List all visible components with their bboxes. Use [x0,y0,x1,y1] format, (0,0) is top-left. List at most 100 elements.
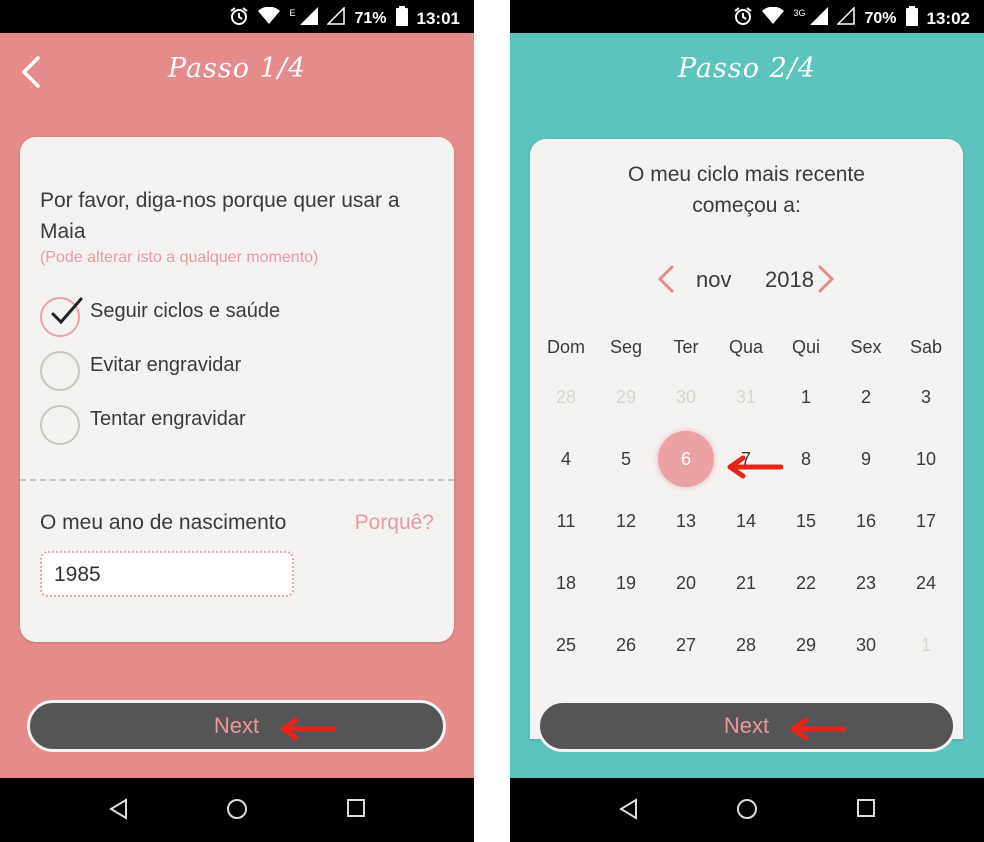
calendar-day[interactable]: 23 [838,555,894,611]
calendar-day[interactable]: 13 [658,493,714,549]
network-type: 3G [793,7,806,18]
signal-empty-icon [326,6,346,30]
year-label: 2018 [765,267,814,292]
nav-home-icon[interactable] [736,798,758,820]
calendar-day[interactable]: 24 [898,555,954,611]
calendar-day[interactable]: 2 [838,369,894,425]
calendar-day-outside-month: 28 [555,387,577,407]
battery-percent: 70% [864,9,897,27]
step-title: Passo 2/4 [677,53,817,84]
app-content: Passo 1/4 Por favor, diga-nos porque que… [0,33,474,778]
weekday-ter: Ter [673,337,699,357]
calendar-day[interactable]: 17 [898,493,954,549]
option-try-pregnancy[interactable]: Tentar engravidar [40,405,246,445]
battery-icon [395,6,408,31]
annotation-arrow-icon [280,717,336,741]
network-type: E [289,7,296,18]
status-bar: 3G 70% 13:02 [510,0,984,33]
android-nav-bar [510,778,984,842]
calendar-day[interactable]: 12 [598,493,654,549]
calendar-day[interactable]: 29 [778,617,834,671]
calendar-day[interactable]: 1 [778,369,834,425]
clock: 13:02 [926,8,970,28]
weekday-sex: Sex [850,337,882,357]
battery-percent: 71% [354,9,387,27]
calendar-day[interactable]: 26 [598,617,654,671]
option-track-cycles[interactable]: Seguir ciclos e saúde [40,297,280,337]
calendar-day[interactable]: 9 [838,431,894,487]
checkmark-icon [51,297,83,325]
app-content: Passo 2/4 O meu ciclo mais recente começ… [510,33,984,778]
month-label: nov [696,267,732,292]
calendar-day[interactable]: 30 [838,617,894,671]
nav-recents-icon[interactable] [856,798,876,818]
nav-back-icon[interactable] [618,798,638,820]
alarm-icon [733,6,753,31]
next-month-icon[interactable] [816,264,836,294]
calendar-day[interactable]: 25 [538,617,594,671]
checkbox-checked[interactable] [40,297,83,337]
calendar-day[interactable]: 5 [598,431,654,487]
next-button[interactable]: Next [537,700,956,752]
calendar-day[interactable]: 4 [538,431,594,487]
checkbox-unchecked[interactable] [40,405,80,445]
clock: 13:01 [416,8,460,28]
status-bar: E 71% 13:01 [0,0,474,33]
calendar-day[interactable]: 14 [718,493,774,549]
battery-icon [905,6,918,31]
calendar-day[interactable]: 16 [838,493,894,549]
checkbox-unchecked[interactable] [40,351,80,391]
calendar-day[interactable]: 18 [538,555,594,611]
calendar-card: O meu ciclo mais recente começou a: nov … [530,139,963,739]
next-label: Next [723,713,770,738]
weekday-qua: Qua [728,337,764,357]
calendar-day[interactable]: 19 [598,555,654,611]
calendar-day-outside-month: 29 [615,387,637,407]
calendar-day[interactable]: 15 [778,493,834,549]
android-nav-bar [0,778,474,842]
step-title: Passo 1/4 [167,53,307,84]
next-button[interactable]: Next [27,700,446,752]
purpose-question: Por favor, diga-nos porque quer usar a M… [40,189,400,243]
signal-empty-icon [836,6,856,30]
nav-recents-icon[interactable] [346,798,366,818]
calendar-day[interactable]: 3 [898,369,954,425]
weekday-dom: Dom [546,337,585,357]
nav-home-icon[interactable] [226,798,248,820]
cycle-question: O meu ciclo mais recente começou a: [628,163,865,217]
option-label: Seguir ciclos e saúde [90,299,281,322]
next-label: Next [213,713,260,738]
calendar-day[interactable]: 11 [538,493,594,549]
wifi-icon [762,6,785,30]
birth-year-label: O meu ano de nascimento [40,511,287,534]
option-label: Tentar engravidar [90,407,246,430]
calendar-day[interactable]: 20 [658,555,714,611]
weekday-sab: Sab [909,337,943,357]
form-card: Por favor, diga-nos porque quer usar a M… [20,137,454,642]
weekday-qui: Qui [791,337,820,357]
calendar-day[interactable]: 28 [718,617,774,671]
calendar-day[interactable]: 10 [898,431,954,487]
calendar-day[interactable]: 22 [778,555,834,611]
calendar-day[interactable]: 27 [658,617,714,671]
why-link[interactable]: Porquê? [355,511,434,535]
annotation-arrow-icon [727,455,783,479]
calendar-day-outside-month: 30 [675,387,697,407]
option-avoid-pregnancy[interactable]: Evitar engravidar [40,351,241,391]
signal-icon [300,7,319,30]
nav-back-icon[interactable] [108,798,128,820]
weekday-seg: Seg [609,337,643,357]
calendar-day[interactable]: 21 [718,555,774,611]
calendar-clip: O meu ciclo mais recente começou a: nov … [530,139,963,671]
calendar-day-outside-month: 1 [920,635,931,655]
calendar-day-selected[interactable]: 6 [658,431,714,487]
calendar-day[interactable]: 8 [778,431,834,487]
birth-year-input[interactable]: 1985 [40,551,294,597]
purpose-hint: (Pode alterar isto a qualquer momento) [40,249,319,266]
previous-month-icon[interactable] [656,264,676,294]
divider [20,479,454,481]
option-label: Evitar engravidar [90,353,242,376]
alarm-icon [229,6,249,31]
phone-screen-step1: E 71% 13:01 Passo 1/4 Por favor, diga-no… [0,0,474,842]
phone-screen-step2: 3G 70% 13:02 Passo 2/4 O meu ciclo mais … [510,0,984,842]
